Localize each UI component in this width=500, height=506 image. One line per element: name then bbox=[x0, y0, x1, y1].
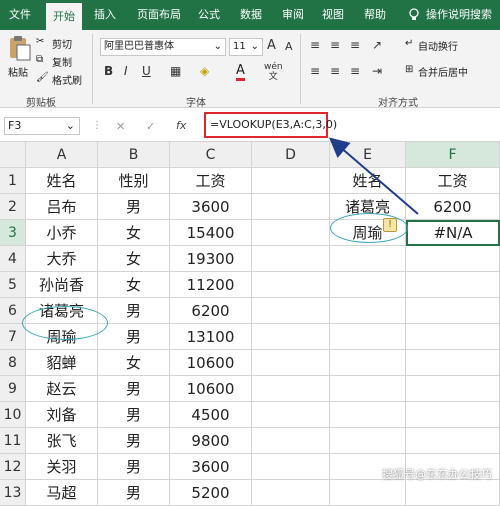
annotation-arrow-layer bbox=[328, 137, 419, 215]
arrow-to-formula bbox=[328, 137, 419, 215]
watermark: 搜狐号@东东办公技巧 bbox=[382, 468, 492, 481]
